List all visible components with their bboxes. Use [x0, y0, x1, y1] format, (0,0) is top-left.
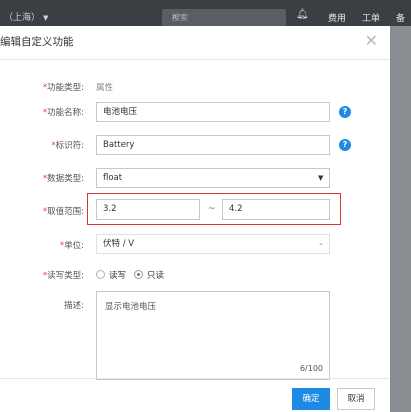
- unit-select[interactable]: 伏特 / V: [96, 234, 330, 254]
- range-separator: ~: [208, 204, 216, 214]
- nav-item-billing[interactable]: 费用: [328, 11, 346, 24]
- function-type-value: 属性: [96, 83, 114, 93]
- description-textarea[interactable]: 显示电池电压 6/100: [96, 291, 330, 380]
- rw-type-label: *读写类型:: [42, 271, 84, 281]
- chevron-down-icon: ⌄: [318, 239, 324, 247]
- radio-read-write-label[interactable]: 读写: [109, 269, 126, 281]
- function-name-input[interactable]: 电池电压: [96, 102, 330, 122]
- dialog-header: 编辑自定义功能 ✕: [0, 26, 390, 60]
- identifier-input[interactable]: Battery: [96, 135, 330, 155]
- unit-label: *单位:: [59, 241, 84, 251]
- search-icon[interactable]: ⌕: [172, 12, 278, 22]
- chevron-down-icon: ▼: [318, 174, 324, 182]
- region-selector[interactable]: （上海） ▼: [4, 10, 48, 23]
- value-range-label: *取值范围:: [42, 207, 84, 217]
- edit-function-dialog: 编辑自定义功能 ✕ *功能类型: 属性 *功能名称: 电池电压 ? *标识符: …: [0, 26, 390, 412]
- bell-icon[interactable]: 🔔︎: [296, 9, 309, 20]
- dialog-footer: 确定 取消: [0, 378, 390, 412]
- function-name-label: *功能名称:: [42, 108, 84, 118]
- nav-item-tickets[interactable]: 工单: [362, 11, 380, 24]
- close-icon[interactable]: ✕: [365, 31, 378, 50]
- data-type-label: *数据类型:: [42, 174, 84, 184]
- radio-read-only-label[interactable]: 只读: [147, 269, 164, 281]
- description-label: 描述:: [64, 301, 84, 311]
- region-label: （上海）: [4, 13, 41, 23]
- search-input[interactable]: 搜索 ⌕: [162, 9, 286, 26]
- identifier-label: *标识符:: [51, 141, 84, 151]
- dialog-title: 编辑自定义功能: [0, 36, 74, 48]
- help-icon[interactable]: ?: [339, 106, 351, 118]
- radio-read-write[interactable]: [96, 270, 105, 279]
- cancel-button[interactable]: 取消: [337, 388, 375, 410]
- radio-read-only[interactable]: [134, 270, 143, 279]
- char-counter: 6/100: [299, 364, 323, 373]
- data-type-select[interactable]: float: [96, 168, 330, 188]
- range-max-input[interactable]: 4.2: [222, 199, 330, 220]
- description-text: 显示电池电压: [105, 302, 157, 312]
- function-type-label: *功能类型:: [42, 83, 84, 93]
- chevron-down-icon: ▼: [43, 14, 49, 22]
- confirm-button[interactable]: 确定: [292, 388, 330, 410]
- range-min-input[interactable]: 3.2: [96, 199, 200, 220]
- top-navbar: （上海）▼ 搜索 ⌕ 🔔︎ 费用 工单 备案: [0, 0, 411, 37]
- help-icon[interactable]: ?: [339, 139, 351, 151]
- backdrop: [390, 26, 411, 412]
